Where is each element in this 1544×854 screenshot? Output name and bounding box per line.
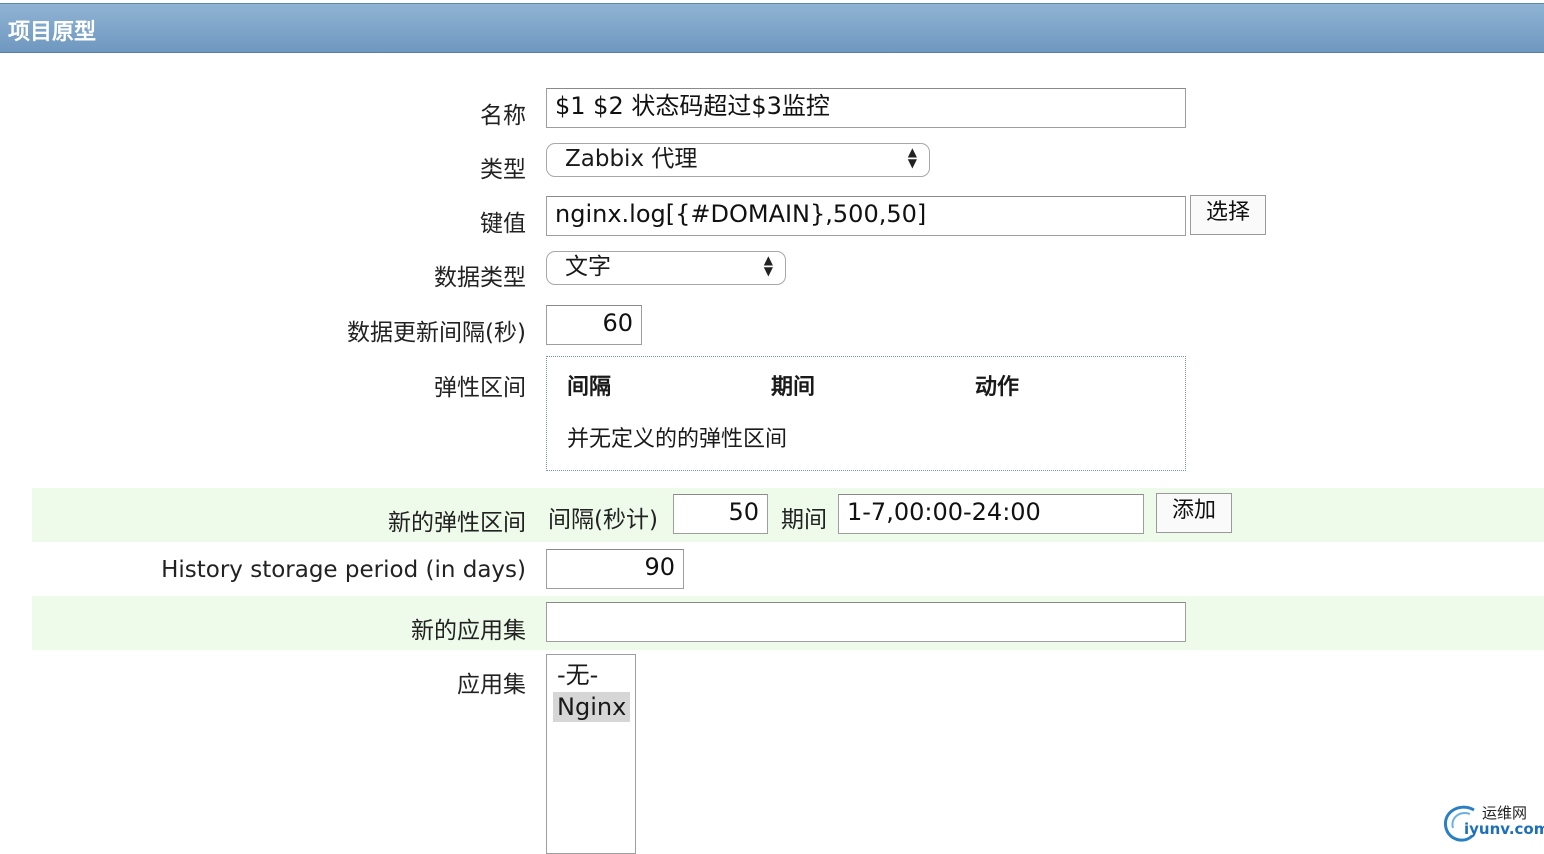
history-label: History storage period (in days) — [161, 557, 526, 583]
applications-listbox[interactable]: -无- Nginx — [546, 654, 636, 854]
application-option-none[interactable]: -无- — [553, 660, 602, 690]
page-title: 项目原型 — [8, 20, 97, 45]
interval-seconds-input[interactable]: 50 — [673, 494, 768, 534]
watermark-logo: 运维网 iyunv.com — [1440, 800, 1544, 846]
new-flexible-interval-label: 新的弹性区间 — [388, 510, 526, 536]
key-input[interactable]: nginx.log[{#DOMAIN},500,50] — [546, 196, 1186, 236]
period-label: 期间 — [781, 507, 827, 533]
type-select-value: Zabbix 代理 — [565, 146, 698, 172]
column-header-period: 期间 — [771, 375, 816, 400]
update-interval-input[interactable]: 60 — [546, 305, 642, 345]
data-type-select-value: 文字 — [565, 254, 611, 280]
column-header-action: 动作 — [975, 375, 1020, 400]
data-type-label: 数据类型 — [434, 265, 526, 291]
type-label: 类型 — [480, 157, 526, 183]
data-type-select[interactable]: 文字 ▲ ▼ — [546, 251, 786, 285]
period-input[interactable]: 1-7,00:00-24:00 — [838, 494, 1144, 534]
name-input[interactable]: $1 $2 状态码超过$3监控 — [546, 88, 1186, 128]
type-select[interactable]: Zabbix 代理 ▲ ▼ — [546, 143, 930, 177]
application-option-nginx[interactable]: Nginx — [553, 692, 631, 722]
key-label: 键值 — [480, 211, 526, 237]
select-arrows-icon: ▲ ▼ — [907, 145, 917, 170]
applications-label: 应用集 — [457, 672, 526, 698]
interval-seconds-label: 间隔(秒计) — [548, 507, 658, 533]
add-interval-button[interactable]: 添加 — [1156, 493, 1232, 533]
select-key-button[interactable]: 选择 — [1190, 195, 1266, 235]
select-arrows-icon: ▲ ▼ — [763, 253, 773, 278]
name-label: 名称 — [480, 103, 526, 129]
new-application-label: 新的应用集 — [411, 618, 526, 644]
flexible-intervals-empty-text: 并无定义的的弹性区间 — [567, 427, 788, 452]
column-header-interval: 间隔 — [567, 375, 612, 400]
update-interval-label: 数据更新间隔(秒) — [347, 320, 526, 346]
new-application-input[interactable] — [546, 602, 1186, 642]
page-header: 项目原型 — [0, 3, 1544, 53]
flexible-intervals-label: 弹性区间 — [434, 375, 526, 401]
flexible-intervals-table: 间隔 期间 动作 并无定义的的弹性区间 — [546, 356, 1186, 471]
watermark-text-en: iyunv.com — [1464, 820, 1544, 838]
history-input[interactable]: 90 — [546, 549, 684, 589]
